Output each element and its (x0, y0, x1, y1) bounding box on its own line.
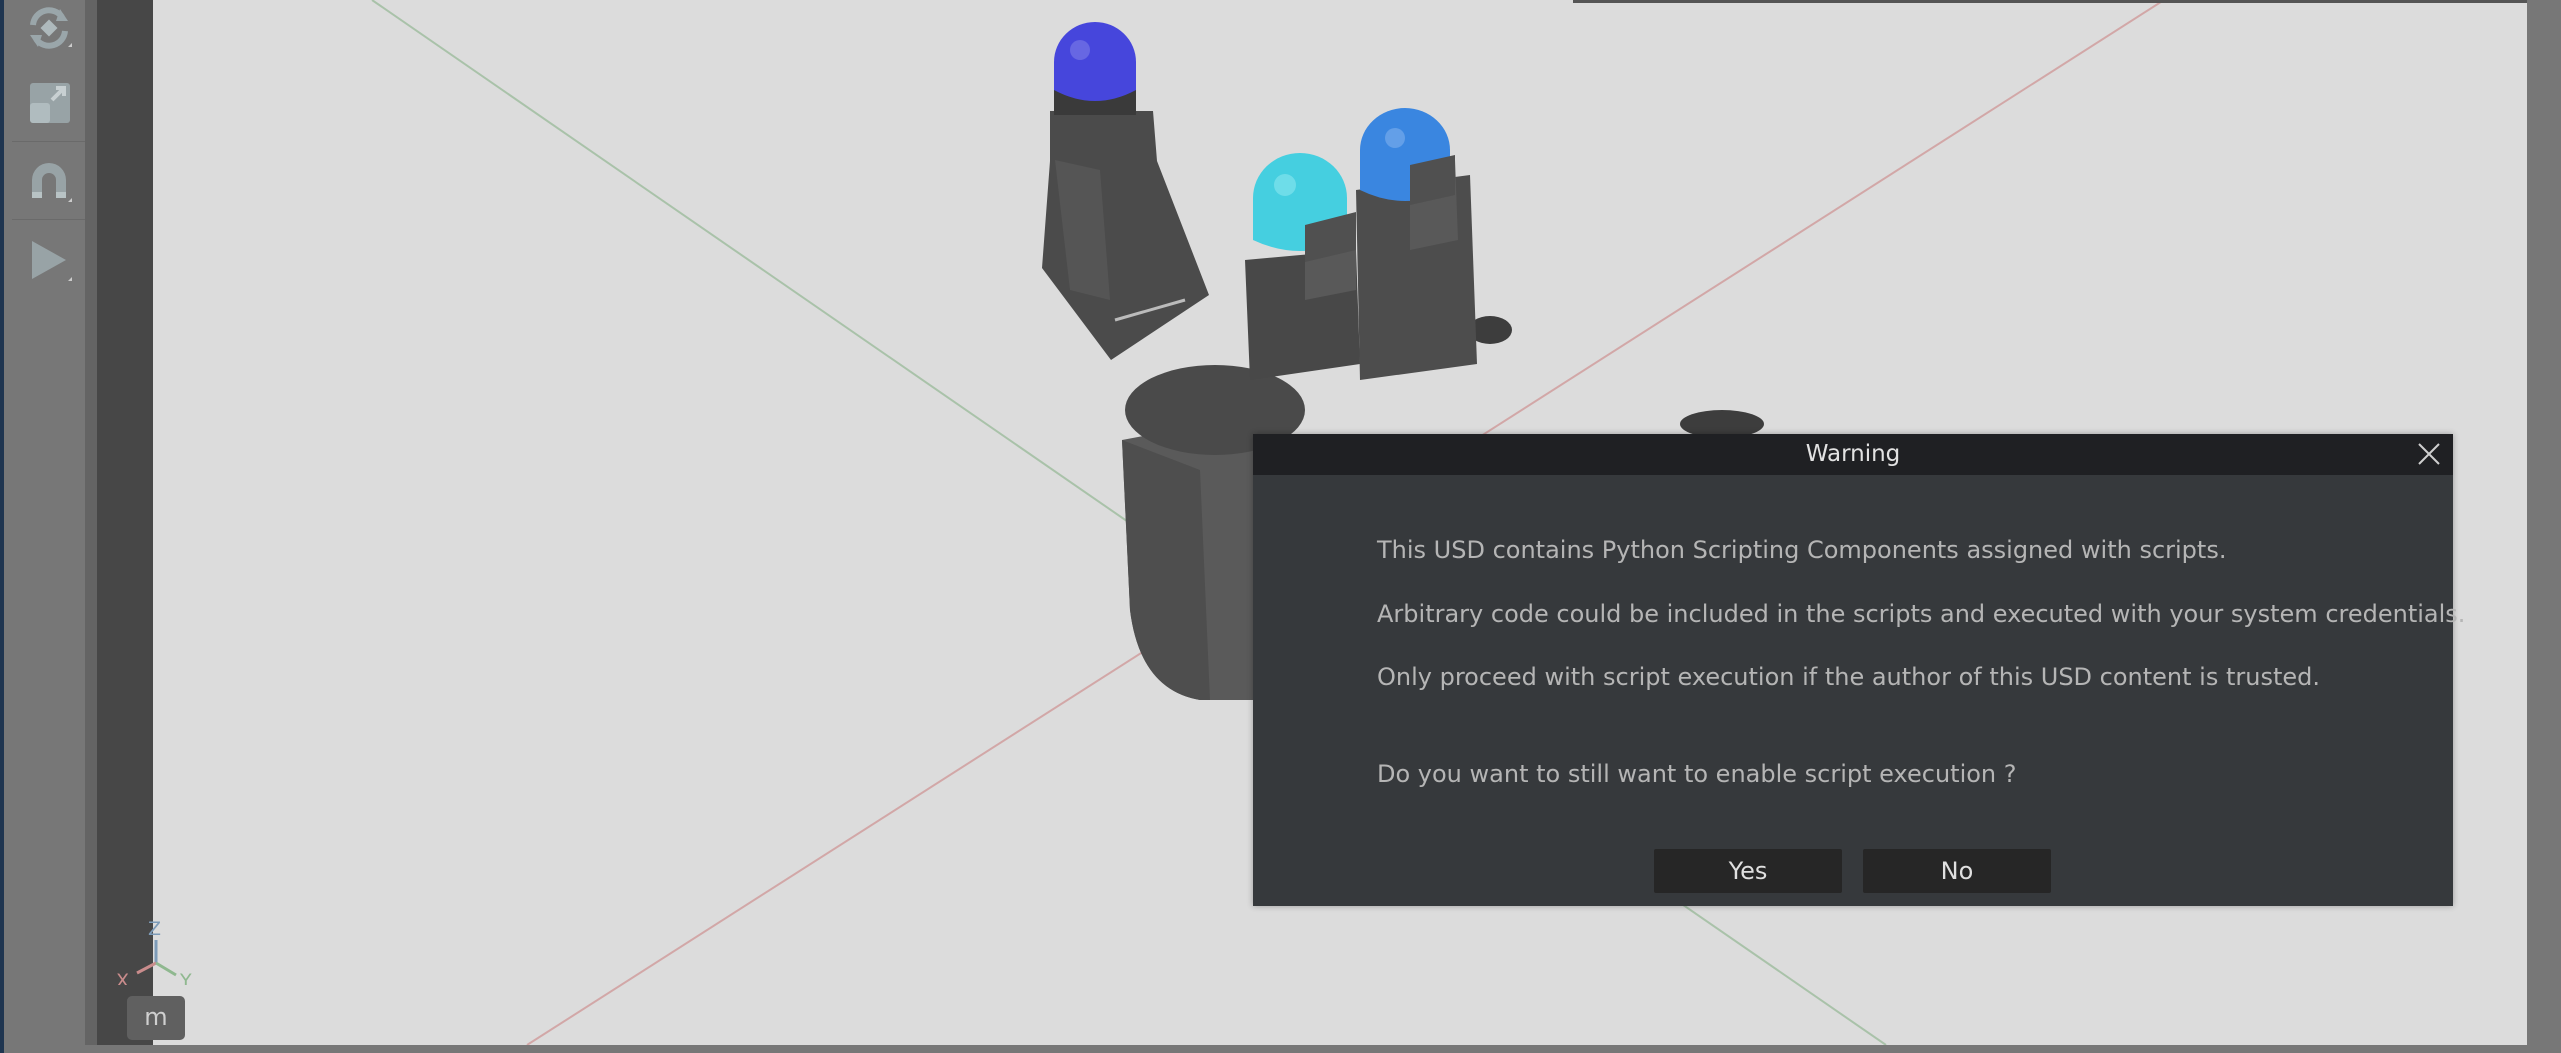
scale-tool-button[interactable] (24, 80, 74, 130)
dialog-question: Do you want to still want to enable scri… (1377, 760, 2017, 788)
dialog-title: Warning (1805, 441, 1901, 467)
x-axis-line (136, 961, 157, 975)
dialog-title-bar: Warning (1253, 434, 2453, 475)
scale-icon (30, 83, 70, 123)
viewport-gutter (97, 0, 153, 1045)
dialog-message: Only proceed with script execution if th… (1377, 663, 2321, 691)
rotate-tool-button[interactable] (24, 3, 74, 53)
play-button[interactable] (24, 235, 74, 285)
y-axis-line (155, 961, 177, 977)
toolbar-divider (12, 219, 86, 220)
play-icon (32, 241, 72, 281)
units-button[interactable]: m (127, 996, 185, 1040)
rotate-icon (30, 7, 72, 49)
snap-magnet-icon (32, 163, 72, 202)
panel-splitter[interactable] (85, 0, 97, 1053)
bottom-panel-edge (85, 1045, 2561, 1053)
yes-button[interactable]: Yes (1654, 849, 1842, 893)
no-button[interactable]: No (1863, 849, 2051, 893)
warning-dialog: Warning This USD contains Python Scripti… (1253, 434, 2465, 906)
dialog-message: Arbitrary code could be included in the … (1377, 600, 2466, 628)
viewport-top-edge (1573, 0, 2374, 3)
close-icon[interactable] (2415, 440, 2443, 468)
toolbar-divider (12, 141, 86, 142)
dialog-message: This USD contains Python Scripting Compo… (1377, 536, 2227, 564)
z-axis-label: Z (148, 918, 161, 940)
x-axis-label: X (116, 970, 129, 985)
viewport-toolbar (4, 0, 86, 1053)
axis-gizmo: Z X Y (116, 918, 192, 985)
y-axis-label: Y (179, 970, 192, 985)
right-panel-edge (2527, 0, 2561, 1053)
snap-tool-button[interactable] (24, 158, 74, 208)
